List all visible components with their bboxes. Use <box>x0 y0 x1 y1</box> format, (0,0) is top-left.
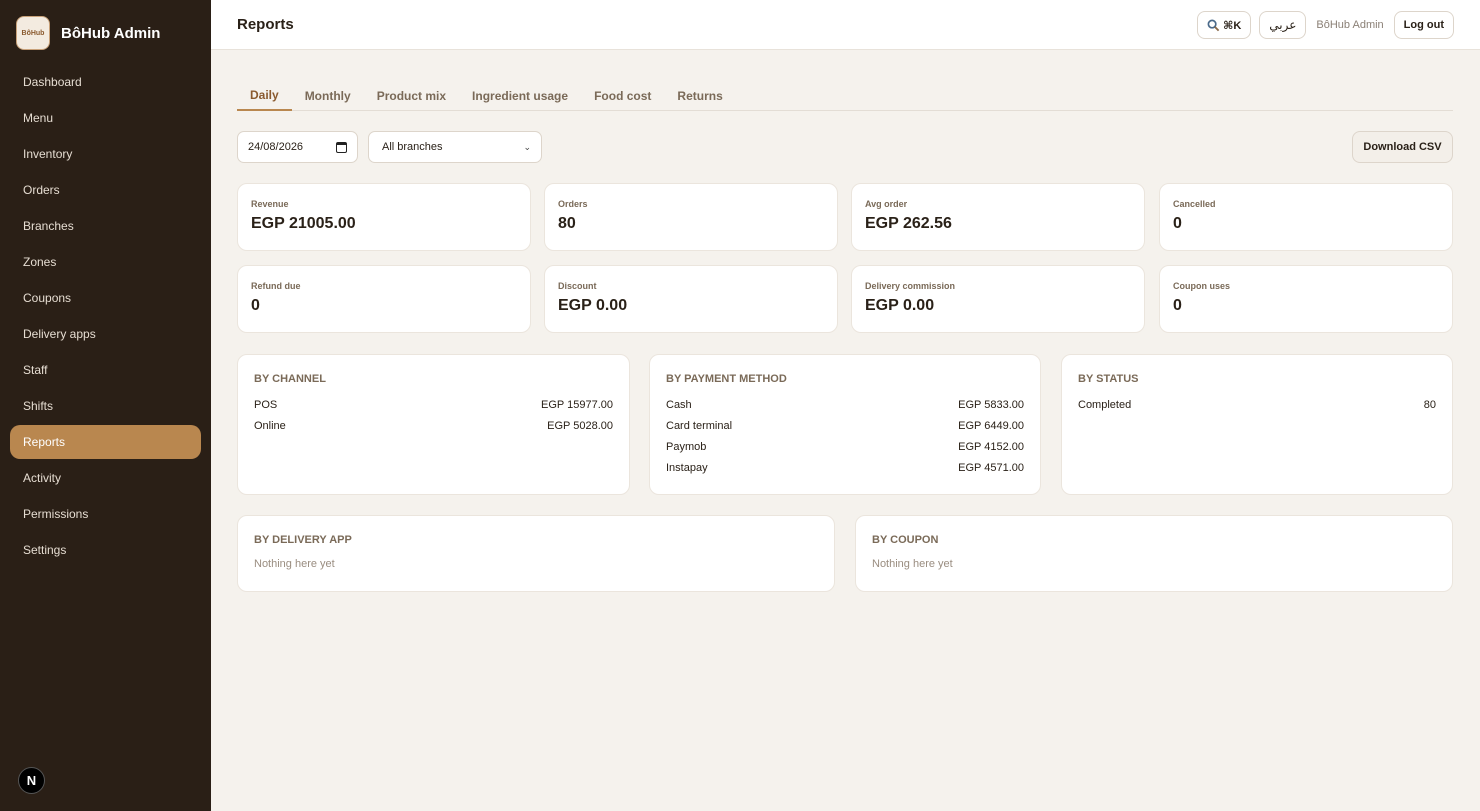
stat-value: 0 <box>1173 215 1182 232</box>
stat-orders: Orders 80 <box>544 183 838 251</box>
list-item: Card terminal EGP 6449.00 <box>666 420 1024 432</box>
stat-value: 80 <box>558 215 576 232</box>
stat-label: Revenue <box>251 199 289 209</box>
language-button[interactable]: عربي <box>1259 11 1307 39</box>
tab-food-cost[interactable]: Food cost <box>581 80 664 111</box>
sidebar: BôHub BôHub Admin Dashboard Menu Invento… <box>0 0 211 811</box>
sidebar-item-zones[interactable]: Zones <box>10 245 201 279</box>
branch-value: All branches <box>382 141 443 153</box>
stat-label: Cancelled <box>1173 199 1216 209</box>
sidebar-nav: Dashboard Menu Inventory Orders Branches… <box>10 65 201 569</box>
sidebar-item-shifts[interactable]: Shifts <box>10 389 201 423</box>
download-csv-button[interactable]: Download CSV <box>1352 131 1453 163</box>
panel-by-status: BY STATUS Completed 80 <box>1061 354 1453 495</box>
stat-value: EGP 262.56 <box>865 215 952 232</box>
stat-delivery-commission: Delivery commission EGP 0.00 <box>851 265 1145 333</box>
report-tabs: Daily Monthly Product mix Ingredient usa… <box>237 80 1453 111</box>
panel-title: BY STATUS <box>1078 373 1139 385</box>
stat-value: EGP 0.00 <box>558 297 628 314</box>
page-title: Reports <box>237 16 294 33</box>
stat-value: EGP 0.00 <box>865 297 935 314</box>
tab-monthly[interactable]: Monthly <box>292 80 364 111</box>
chevron-down-icon: ⌄ <box>523 141 531 152</box>
sidebar-item-orders[interactable]: Orders <box>10 173 201 207</box>
sidebar-item-delivery-apps[interactable]: Delivery apps <box>10 317 201 351</box>
empty-state: Nothing here yet <box>254 558 335 570</box>
sidebar-item-coupons[interactable]: Coupons <box>10 281 201 315</box>
n-badge[interactable]: N <box>18 767 45 794</box>
stat-discount: Discount EGP 0.00 <box>544 265 838 333</box>
branch-select[interactable]: All branches ⌄ <box>368 131 542 163</box>
stat-label: Orders <box>558 199 588 209</box>
list-item: Cash EGP 5833.00 <box>666 399 1024 411</box>
sidebar-item-settings[interactable]: Settings <box>10 533 201 567</box>
stat-value: 0 <box>1173 297 1182 314</box>
search-icon <box>1207 19 1220 31</box>
user-name: BôHub Admin <box>1316 19 1384 31</box>
calendar-icon[interactable] <box>336 141 347 153</box>
date-input[interactable]: 24/08/2026 <box>237 131 358 163</box>
panel-title: BY COUPON <box>872 534 939 546</box>
panel-title: BY PAYMENT METHOD <box>666 373 787 385</box>
stat-cancelled: Cancelled 0 <box>1159 183 1453 251</box>
panel-title: BY CHANNEL <box>254 373 326 385</box>
stat-label: Delivery commission <box>865 281 956 291</box>
app-name: BôHub Admin <box>61 24 161 42</box>
stat-label: Discount <box>558 281 597 291</box>
panel-title: BY DELIVERY APP <box>254 534 352 546</box>
sidebar-item-activity[interactable]: Activity <box>10 461 201 495</box>
list-item: POS EGP 15977.00 <box>254 399 613 411</box>
stat-avg-order: Avg order EGP 262.56 <box>851 183 1145 251</box>
logout-button[interactable]: Log out <box>1393 11 1454 39</box>
panel-by-delivery-app: BY DELIVERY APP Nothing here yet <box>237 515 835 592</box>
tab-ingredient-usage[interactable]: Ingredient usage <box>459 80 581 111</box>
sidebar-item-menu[interactable]: Menu <box>10 101 201 135</box>
brand[interactable]: BôHub BôHub Admin <box>16 16 160 50</box>
search-shortcut: ⌘K <box>1223 19 1242 32</box>
stat-label: Coupon uses <box>1173 281 1231 291</box>
sidebar-item-staff[interactable]: Staff <box>10 353 201 387</box>
panel-by-channel: BY CHANNEL POS EGP 15977.00 Online EGP 502… <box>237 354 630 495</box>
list-item: Instapay EGP 4571.00 <box>666 462 1024 474</box>
sidebar-item-reports[interactable]: Reports <box>10 425 201 459</box>
list-item: Online EGP 5028.00 <box>254 420 613 432</box>
sidebar-item-branches[interactable]: Branches <box>10 209 201 243</box>
stat-value: EGP 21005.00 <box>251 215 356 232</box>
stat-revenue: Revenue EGP 21005.00 <box>237 183 531 251</box>
stat-label: Avg order <box>865 199 908 209</box>
date-value: 24/08/2026 <box>248 141 304 153</box>
tab-product-mix[interactable]: Product mix <box>364 80 459 111</box>
stat-refund-due: Refund due 0 <box>237 265 531 333</box>
sidebar-item-permissions[interactable]: Permissions <box>10 497 201 531</box>
topbar: Reports ⌘K عربي BôHub Admin Log out <box>211 0 1480 50</box>
app-logo: BôHub <box>16 16 50 50</box>
sidebar-item-inventory[interactable]: Inventory <box>10 137 201 171</box>
stat-label: Refund due <box>251 281 301 291</box>
sidebar-item-dashboard[interactable]: Dashboard <box>10 65 201 99</box>
list-item: Paymob EGP 4152.00 <box>666 441 1024 453</box>
empty-state: Nothing here yet <box>872 558 953 570</box>
tab-daily[interactable]: Daily <box>237 80 292 111</box>
panel-by-payment-method: BY PAYMENT METHOD Cash EGP 5833.00 Card t… <box>649 354 1041 495</box>
stat-coupon-uses: Coupon uses 0 <box>1159 265 1453 333</box>
panel-by-coupon: BY COUPON Nothing here yet <box>855 515 1453 592</box>
top-actions: ⌘K عربي BôHub Admin Log out <box>1197 11 1454 39</box>
stat-value: 0 <box>251 297 260 314</box>
list-item: Completed 80 <box>1078 399 1436 411</box>
search-button[interactable]: ⌘K <box>1197 11 1252 39</box>
tab-returns[interactable]: Returns <box>664 80 735 111</box>
